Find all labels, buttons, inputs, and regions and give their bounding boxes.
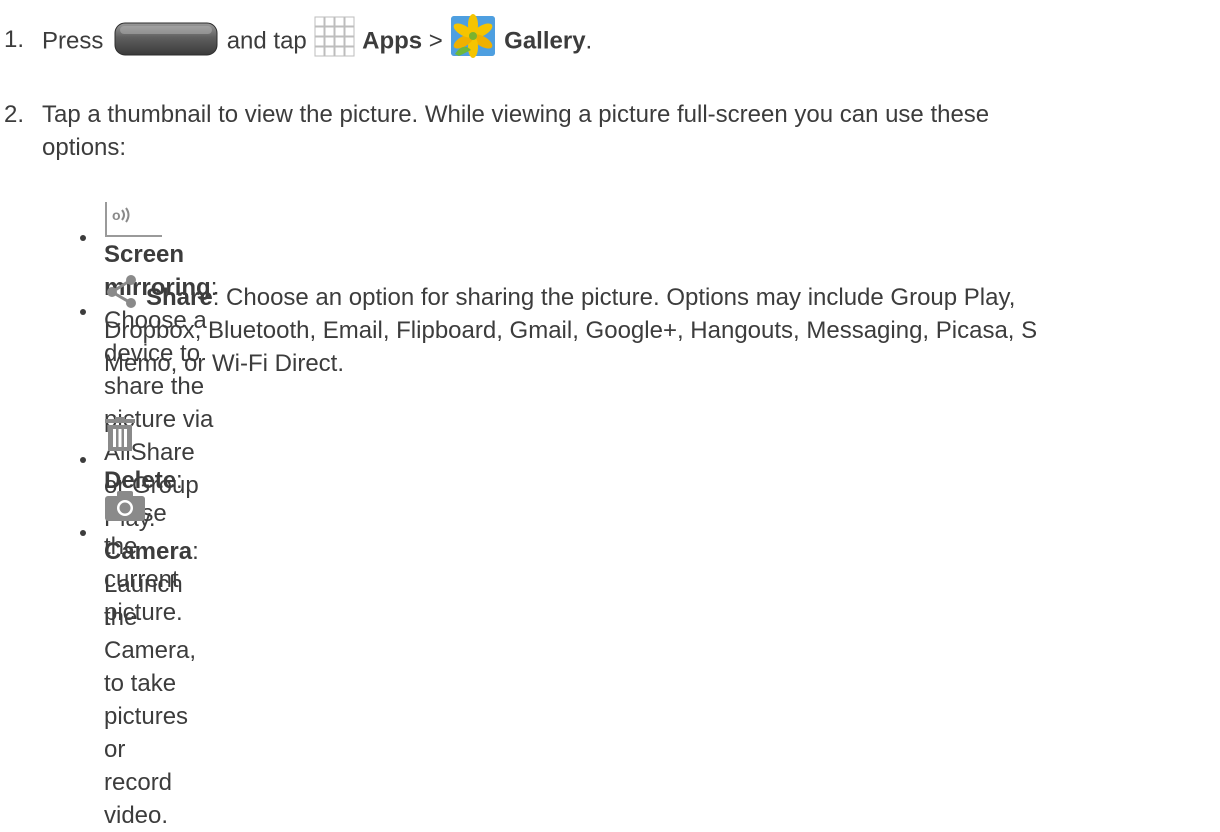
bullet-dot [80,530,86,536]
share-icon [104,273,140,309]
apps-grid-icon [313,15,355,57]
option-desc: : Choose an option for sharing the pictu… [212,284,1016,311]
home-key-icon [114,22,218,56]
step-1-period: . [585,27,593,55]
option-title: Camera [104,538,193,565]
step-number: 2. [4,101,25,128]
share-line-3: Memo, or Wi-Fi Direct. [104,350,344,377]
gallery-app-icon [449,14,497,58]
trash-icon [104,417,136,453]
share-line-2: Dropbox, Bluetooth, Email, Flipboard, Gm… [104,317,1038,344]
press-text: Press [42,27,104,55]
option-title: Share [146,284,213,311]
share-line-1: Share: Choose an option for sharing the … [104,273,1204,314]
apps-label: Apps [362,27,423,55]
step-2-line-1: Tap a thumbnail to view the picture. Whi… [42,101,990,128]
menu-separator: > [428,27,443,55]
option-body: Share: Choose an option for sharing the … [104,273,1204,380]
camera-icon [104,490,146,522]
step-2: 2. Tap a thumbnail to view the picture. … [0,98,1192,164]
gallery-label: Gallery [504,27,586,55]
option-share: Share: Choose an option for sharing the … [80,273,1204,380]
option-body: Camera: Launch the Camera, to take pictu… [104,490,199,832]
option-camera: Camera: Launch the Camera, to take pictu… [80,490,199,832]
step-1-text: Press and tap Apps > Gallery. [42,14,593,64]
step-1: 1. Press and tap Apps > Gallery. [0,14,593,64]
screen-mirroring-icon: o [104,198,164,238]
svg-text:o: o [112,207,121,223]
step-2-text: Tap a thumbnail to view the picture. Whi… [42,98,1192,164]
and-tap-text: and tap [226,27,307,55]
bullet-dot [80,309,86,315]
step-number: 1. [4,26,25,53]
option-desc: : Launch the Camera, to take pictures or… [104,538,199,829]
bullet-dot [80,235,86,241]
step-2-line-2: options: [42,134,127,161]
bullet-dot [80,457,86,463]
